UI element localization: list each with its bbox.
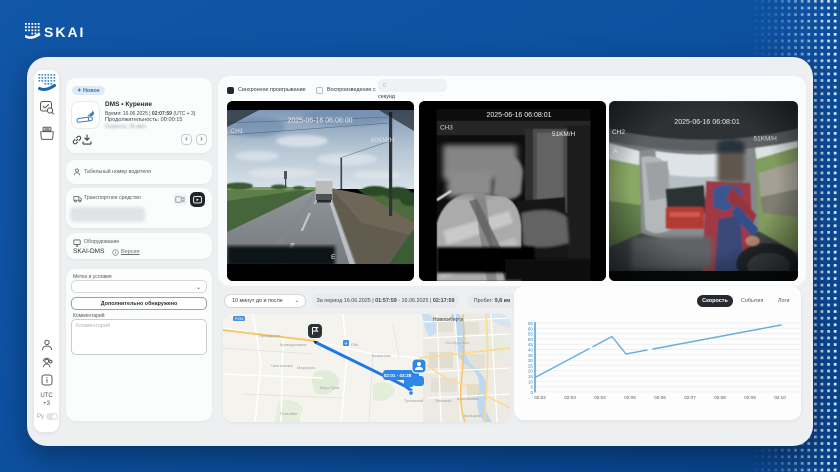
svg-text:Толмачёво: Толмачёво [371,353,392,358]
svg-text:02:09: 02:09 [744,395,756,400]
svg-text:40: 40 [528,348,534,353]
svg-text:65: 65 [528,321,534,326]
svg-text:20: 20 [528,369,534,374]
svg-text:✈: ✈ [344,341,348,346]
svg-text:2025-06-16 06:08:01: 2025-06-16 06:08:01 [674,119,740,126]
svg-text:02:10: 02:10 [774,395,786,400]
svg-text:Кольцово: Кольцово [464,413,482,418]
svg-text:55: 55 [528,332,534,337]
svg-text:10: 10 [528,379,534,384]
svg-text:Верх-Тула: Верх-Тула [320,385,340,390]
svg-text:02:08: 02:08 [714,395,726,400]
svg-text:Чистополье: Чистополье [271,363,294,368]
svg-text:30: 30 [528,358,534,363]
svg-text:35: 35 [528,353,534,358]
svg-text:CH2: CH2 [612,129,625,136]
svg-text:Р254: Р254 [235,317,243,321]
svg-text:E: E [331,254,336,261]
svg-text:Прокудское: Прокудское [259,333,281,338]
svg-text:02:05: 02:05 [624,395,636,400]
svg-text:Новосибирск: Новосибирск [433,317,464,323]
svg-text:51KM/H: 51KM/H [754,136,778,143]
svg-text:50: 50 [528,337,534,342]
svg-text:02:03: 02:03 [564,395,576,400]
svg-text:CH3: CH3 [440,125,453,132]
svg-text:02:04: 02:04 [594,395,606,400]
svg-text:CH1: CH1 [231,128,244,135]
svg-text:80KM/H: 80KM/H [371,137,394,144]
svg-text:02:02: 02:02 [534,395,546,400]
svg-text:Рогалёво: Рогалёво [280,411,298,416]
svg-text:51KM/H: 51KM/H [552,131,575,138]
svg-text:25: 25 [528,363,534,368]
svg-text:02:06: 02:06 [654,395,666,400]
svg-text:60: 60 [528,326,534,331]
svg-text:02:01 - 02:38: 02:01 - 02:38 [384,373,412,378]
svg-text:Криводановка: Криводановка [280,342,307,347]
svg-text:Краснообск: Краснообск [457,396,479,401]
svg-text:Элитный: Элитный [435,398,451,403]
svg-text:15: 15 [528,374,534,379]
svg-text:0: 0 [530,390,533,395]
svg-text:Октябрьская: Октябрьская [445,340,469,345]
svg-text:A: A [613,148,618,155]
svg-text:5: 5 [530,385,533,390]
svg-text:2025-06-16 06:08:01: 2025-06-16 06:08:01 [486,112,551,119]
svg-text:2025-06-16 06:08:00: 2025-06-16 06:08:00 [288,118,353,125]
svg-text:45: 45 [528,342,534,347]
svg-text:02:07: 02:07 [684,395,696,400]
svg-text:Обь: Обь [351,342,359,347]
svg-text:Тулинский: Тулинский [404,398,423,403]
svg-text:Марусино: Марусино [297,365,316,370]
